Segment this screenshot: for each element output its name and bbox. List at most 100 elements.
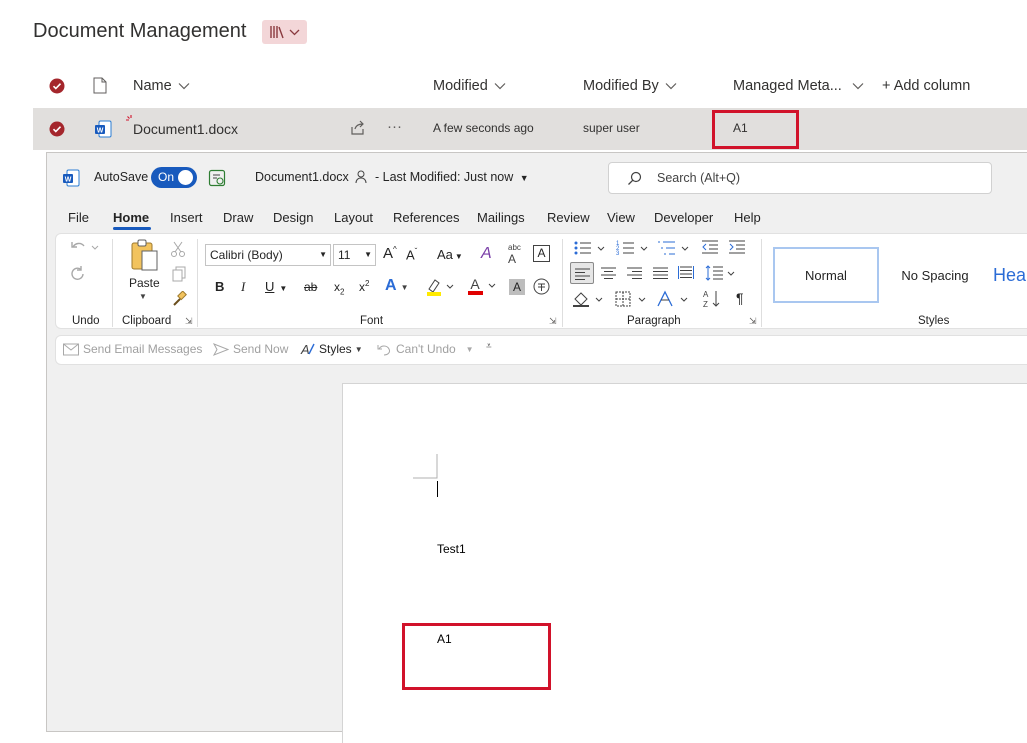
tab-file[interactable]: File: [68, 210, 89, 225]
font-size-dropdown[interactable]: 11 ▼: [333, 244, 376, 266]
bullets-button[interactable]: [573, 239, 607, 257]
paste-label[interactable]: Paste: [129, 276, 160, 290]
phonetic-guide-button[interactable]: abc A: [508, 243, 521, 266]
library-view-button[interactable]: [262, 20, 307, 44]
scissors-icon: [171, 241, 185, 257]
style-heading[interactable]: Hea: [993, 247, 1027, 303]
document-page[interactable]: Test1 A1: [342, 383, 1027, 743]
shading-button[interactable]: [572, 290, 606, 308]
chinese-layout-button[interactable]: [657, 290, 691, 308]
styles-button[interactable]: A Styles ▼: [300, 342, 363, 356]
decrease-indent-icon: [702, 240, 718, 254]
search-box[interactable]: Search (Alt+Q): [608, 162, 992, 194]
sort-button[interactable]: AZ: [702, 289, 722, 309]
last-modified-dropdown[interactable]: - Last Modified: Just now ▼: [375, 170, 529, 184]
tab-view[interactable]: View: [607, 210, 635, 225]
add-column-button[interactable]: + Add column: [882, 78, 970, 94]
tab-developer[interactable]: Developer: [654, 210, 713, 225]
row-select-checkbox[interactable]: [49, 121, 65, 137]
column-header-modified-by[interactable]: Modified By: [583, 78, 677, 94]
borders-button[interactable]: [615, 290, 649, 308]
document-line-1[interactable]: Test1: [437, 542, 466, 556]
increase-indent-button[interactable]: [728, 240, 746, 254]
font-name-dropdown[interactable]: Calibri (Body) ▼: [205, 244, 331, 266]
undo-button[interactable]: [69, 239, 99, 255]
justify-button[interactable]: [653, 267, 668, 279]
document-line-2[interactable]: A1: [437, 632, 452, 646]
column-header-name[interactable]: Name: [133, 78, 190, 94]
superscript-button[interactable]: x2: [359, 279, 369, 294]
clear-formatting-button[interactable]: A: [481, 245, 492, 263]
tab-insert[interactable]: Insert: [170, 210, 203, 225]
font-color-button[interactable]: A: [467, 276, 497, 296]
font-size-value: 11: [338, 248, 351, 262]
tab-layout[interactable]: Layout: [334, 210, 373, 225]
tab-review[interactable]: Review: [547, 210, 590, 225]
redo-button[interactable]: [69, 265, 87, 283]
chevron-down-icon: [494, 83, 506, 90]
library-icon: [270, 26, 284, 39]
font-name-value: Calibri (Body): [210, 248, 283, 262]
style-normal[interactable]: Normal: [773, 247, 879, 303]
show-formatting-marks-button[interactable]: ¶: [736, 290, 744, 306]
cant-undo-button[interactable]: Can't Undo ▼: [376, 342, 474, 356]
clipboard-launcher-icon[interactable]: ⇲: [185, 316, 193, 327]
multilevel-list-button[interactable]: [657, 239, 691, 257]
character-border-button[interactable]: A: [533, 245, 550, 262]
align-center-button[interactable]: [601, 267, 616, 279]
tab-design[interactable]: Design: [273, 210, 313, 225]
file-name-link[interactable]: Document1.docx: [133, 121, 238, 137]
styles-label: Styles: [319, 342, 352, 356]
subscript-button[interactable]: x2: [334, 280, 344, 296]
paste-button[interactable]: [129, 239, 159, 273]
font-launcher-icon[interactable]: ⇲: [549, 316, 557, 327]
cut-button[interactable]: [171, 241, 185, 257]
autosave-toggle[interactable]: On: [151, 167, 197, 188]
line-spacing-button[interactable]: [705, 264, 737, 282]
modified-by-cell[interactable]: super user: [583, 121, 640, 135]
save-status-button[interactable]: [208, 169, 226, 187]
tab-home[interactable]: Home: [113, 210, 149, 225]
numbering-button[interactable]: 123: [616, 239, 650, 257]
italic-button[interactable]: I: [241, 279, 245, 295]
copy-button[interactable]: [171, 266, 187, 282]
select-all-checkbox[interactable]: [49, 78, 65, 94]
align-right-button[interactable]: [627, 267, 642, 279]
shrink-font-button[interactable]: Aˇ: [406, 247, 417, 262]
align-left-button[interactable]: [570, 262, 594, 284]
tab-references[interactable]: References: [393, 210, 459, 225]
decrease-indent-button[interactable]: [701, 240, 719, 254]
send-email-button[interactable]: Send Email Messages: [63, 342, 202, 356]
highlight-box: [402, 623, 551, 690]
last-modified-text: - Last Modified: Just now: [375, 170, 514, 184]
tab-help[interactable]: Help: [734, 210, 761, 225]
group-label-styles: Styles: [918, 315, 950, 327]
character-shading-button[interactable]: A: [509, 279, 525, 295]
underline-button[interactable]: U ▼: [265, 279, 287, 294]
chevron-down-icon: ▼: [319, 250, 327, 259]
send-now-button[interactable]: Send Now: [213, 342, 288, 356]
cant-undo-label: Can't Undo: [396, 342, 456, 356]
share-button[interactable]: [350, 120, 366, 136]
column-header-managed-metadata[interactable]: Managed Meta...: [733, 78, 864, 94]
enclose-characters-button[interactable]: [533, 278, 550, 295]
customize-toolbar-button[interactable]: ⩡: [486, 341, 492, 352]
document-filename[interactable]: Document1.docx: [255, 170, 349, 184]
column-header-modified[interactable]: Modified: [433, 78, 506, 94]
grow-font-button[interactable]: A^: [383, 245, 397, 262]
more-actions-button[interactable]: ···: [387, 118, 402, 135]
paragraph-launcher-icon[interactable]: ⇲: [749, 316, 757, 327]
paste-options-caret-icon[interactable]: ▼: [139, 292, 147, 301]
text-effects-button[interactable]: A ▼: [385, 277, 408, 295]
numbered-list-icon: 123: [616, 241, 648, 257]
highlight-color-button[interactable]: [425, 277, 455, 297]
change-case-button[interactable]: Aa ▼: [437, 247, 463, 262]
distributed-button[interactable]: [678, 265, 694, 280]
strikethrough-button[interactable]: ab: [304, 280, 317, 294]
bold-button[interactable]: B: [215, 279, 224, 294]
style-no-spacing[interactable]: No Spacing: [883, 247, 987, 303]
format-painter-button[interactable]: [171, 291, 187, 307]
tab-draw[interactable]: Draw: [223, 210, 253, 225]
word-window: W AutoSave On Document1.docx - Last Modi…: [46, 152, 1027, 743]
tab-mailings[interactable]: Mailings: [477, 210, 525, 225]
